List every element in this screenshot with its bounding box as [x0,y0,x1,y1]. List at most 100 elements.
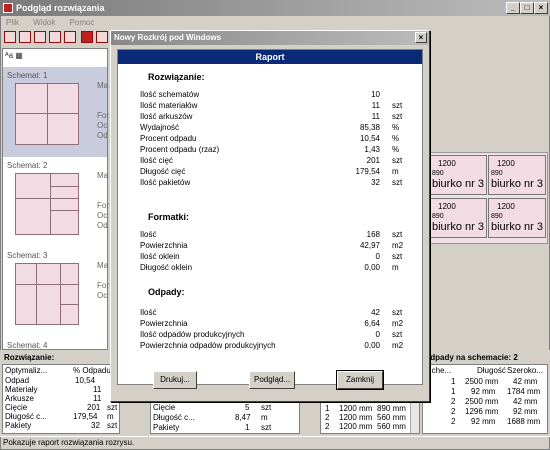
report-row-label: Ilość [140,230,157,239]
solution-grid[interactable]: Optymaliz... % Odpadu Odpad 10,54 Materi… [2,364,120,434]
report-row-value: 1,43 [364,145,380,154]
report-row: Powierzchnia 42,97 m2 [140,241,420,251]
status-bar: Pokazuje raport rozwiązania rozrysu. [0,436,550,449]
close-button[interactable]: × [534,2,548,14]
scheme-thumbnail [15,173,79,235]
toolbar-print-icon[interactable] [96,31,108,43]
report-row-label: Ilość arkuszów [140,112,193,121]
report-row-value: 10,54 [359,134,380,143]
scheme-preview: 1200 890 biurko nr 3 1200 890 biurko nr … [426,152,548,244]
report-row-unit: szt [392,330,403,339]
report-panel: Raport Rozwiązanie: Ilość schematów 10 Ilo… [117,49,423,385]
report-row: Procent odpadu (rzaz) 1,43% [140,145,420,155]
report-row-value: 85,38 [359,123,380,132]
print-button[interactable]: Drukuj... [153,371,197,389]
toolbar-first-icon[interactable] [4,31,16,43]
scheme-list[interactable]: ᴬa ▦ Schemat: 1 Ma For Oc Od Schemat: 2 … [2,48,109,350]
scheme-thumbnail [15,83,79,145]
report-row-label: Powierzchnia [140,241,188,250]
report-row: Procent odpadu 10,54% [140,134,420,144]
close-dialog-button[interactable]: Zamknij [336,370,384,390]
preview-piece: 1200 890 biurko nr 3 [488,155,546,195]
toolbar-last-icon[interactable] [49,31,61,43]
report-row-value: 201 [366,156,380,165]
report-row-value: 179,54 [355,167,380,176]
scheme-item[interactable]: Schemat: 1 Ma For Oc Od [3,67,109,157]
report-row-unit: szt [392,156,403,165]
report-row-value: 11 [371,112,380,121]
report-row-label: Ilość oklein [140,252,180,261]
report-row-label: Długość cięć [140,167,186,176]
toolbar-report-icon[interactable] [81,31,93,43]
report-row-label: Ilość pakietów [140,178,191,187]
report-row-unit: szt [392,112,403,121]
waste-grid[interactable]: ...che... Długość Szeroko... 1 2500 mm 4… [422,364,548,434]
report-row: Ilość oklein 0 szt [140,252,420,262]
report-row: Długość cięć 179,54 m [140,167,420,177]
dialog-close-button[interactable]: × [415,32,427,43]
toolbar-prev-icon[interactable] [19,31,31,43]
main-title: Podgląd rozwiązania [16,3,105,13]
report-row: Wydajność 85,38% [140,123,420,133]
report-row-unit: m2 [392,319,404,328]
scheme-thumbnail [15,263,79,325]
preview-piece: 1200 890 biurko nr 3 [429,155,487,195]
report-row: Ilość pakietów 32 szt [140,178,420,188]
dialog-titlebar: Nowy Rozkrój pod Windows × [111,31,429,45]
report-row: Długość oklein 0,00 m [140,263,420,273]
report-row-unit: m [392,263,399,272]
report-row: Powierzchnia 6,64 m2 [140,319,420,329]
report-row: Ilość 168 szt [140,230,420,240]
report-row-value: 6,64 [364,319,380,328]
report-row-unit: szt [392,308,403,317]
report-row: Ilość schematów 10 [140,90,420,100]
report-row-value: 0,00 [364,263,380,272]
report-row-unit: m2 [392,341,404,350]
report-row-unit: m [392,167,399,176]
menu-file[interactable]: Plik [6,18,19,27]
report-row-unit: % [392,123,400,132]
report-row: Ilość odpadów produkcyjnych 0 szt [140,330,420,340]
preview-piece: 1200 890 biurko nr 3 [429,198,487,238]
report-row-label: Ilość cięć [140,156,173,165]
report-row-label: Procent odpadu (rzaz) [140,145,220,154]
report-row-value: 11 [371,101,380,110]
scheme-item[interactable]: Schemat: 2 Ma For Oc Od [3,157,109,247]
preview-piece: 1200 890 biurko nr 3 [488,198,546,238]
report-row: Ilość cięć 201 szt [140,156,420,166]
waste-panel-title: Odpady na schemacie: 2 [424,353,518,362]
toolbar-scheme-icon[interactable] [64,31,76,43]
report-row-unit: szt [392,230,403,239]
report-row-label: Ilość schematów [140,90,200,99]
report-row-unit: szt [392,101,403,110]
dialog-title: Nowy Rozkrój pod Windows [114,33,222,42]
report-row-label: Ilość materiałów [140,101,198,110]
report-row-label: Ilość odpadów produkcyjnych [140,330,245,339]
menu-view[interactable]: Widok [33,18,55,27]
sort-icons[interactable]: ᴬa ▦ [5,51,27,63]
section-solution-title: Rozwiązanie: [148,72,205,82]
section-waste-title: Odpady: [148,287,185,297]
report-row: Ilość arkuszów 11 szt [140,112,420,122]
preview-button[interactable]: Podgląd... [249,371,295,389]
report-row: Powierzchnia odpadów produkcyjnych 0,00 m2 [140,341,420,351]
report-row-label: Powierzchnia [140,319,188,328]
report-row: Ilość materiałów 11 szt [140,101,420,111]
report-row-value: 0 [375,252,380,261]
report-row-value: 42 [371,308,380,317]
report-row-unit: szt [392,252,403,261]
report-dialog: Nowy Rozkrój pod Windows × Raport Rozwią… [110,30,430,402]
section-formats-title: Formatki: [148,212,190,222]
minimize-button[interactable]: _ [506,2,520,14]
scheme-item[interactable]: Schemat: 3 Ma For Oc [3,247,109,337]
report-row-unit: m2 [392,241,404,250]
scheme-item[interactable]: Schemat: 4 [3,337,107,350]
solution-panel-title: Rozwiązanie: [4,353,55,362]
report-row-label: Ilość [140,308,157,317]
toolbar-next-icon[interactable] [34,31,46,43]
report-row-label: Długość oklein [140,263,193,272]
menu-help[interactable]: Pomoc [70,18,95,27]
maximize-button[interactable]: □ [520,2,534,14]
report-row-value: 0 [375,330,380,339]
report-row-value: 42,97 [359,241,380,250]
